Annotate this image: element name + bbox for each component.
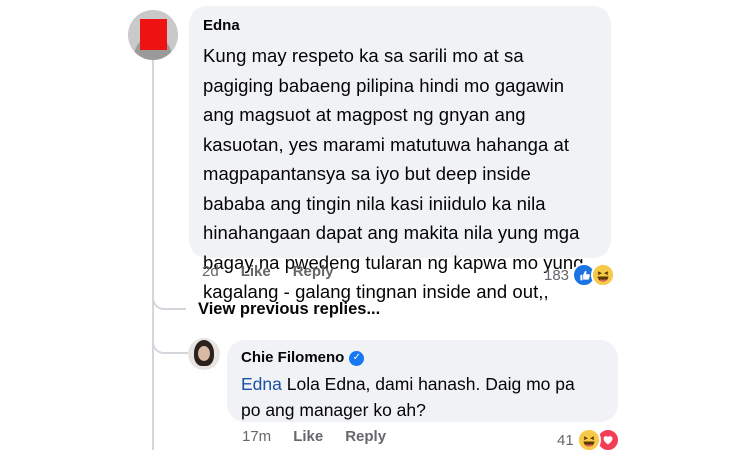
reply-text: Edna Lola Edna, dami hanash. Daig mo pa … [241, 371, 604, 423]
haha-icon [591, 263, 616, 287]
comment-author[interactable]: Edna [203, 17, 597, 35]
avatar-edna[interactable] [128, 10, 178, 60]
haha-icon [576, 428, 601, 452]
mention-link[interactable]: Edna [241, 374, 282, 394]
reply-author[interactable]: Chie Filomeno [241, 349, 344, 367]
reply-button[interactable]: Reply [293, 263, 334, 280]
reply-text-line1: Lola Edna, dami hanash. Daig mo pa [281, 374, 575, 394]
reply-timestamp[interactable]: 17m [242, 428, 271, 445]
reply-like-button[interactable]: Like [293, 428, 323, 445]
avatar-chie-filomeno[interactable] [188, 338, 220, 370]
like-button[interactable]: Like [241, 263, 271, 280]
reply-text-line2: po ang manager ko ah? [241, 400, 426, 420]
reaction-count: 183 [544, 266, 570, 284]
reaction-summary[interactable]: 183 [544, 263, 616, 287]
thread-line [152, 55, 154, 450]
comment-timestamp[interactable]: 2d [202, 263, 219, 280]
verified-badge-icon: ✓ [349, 350, 365, 366]
redaction-box [140, 19, 167, 50]
avatar-face [198, 346, 210, 361]
thread-connector-reply [152, 322, 188, 354]
view-previous-replies-link[interactable]: View previous replies... [198, 300, 380, 319]
reply-actions: 17m Like Reply [242, 428, 408, 445]
reply-reaction-summary[interactable]: 41 [557, 428, 620, 452]
thread-connector-view-previous [152, 282, 186, 310]
reply-reply-button[interactable]: Reply [345, 428, 386, 445]
reply-bubble: Chie Filomeno ✓ Edna Lola Edna, dami han… [227, 340, 618, 422]
comment-actions: 2d Like Reply [202, 263, 356, 280]
reply-reaction-count: 41 [557, 431, 574, 449]
comment-bubble: Edna Kung may respeto ka sa sarili mo at… [189, 6, 611, 302]
